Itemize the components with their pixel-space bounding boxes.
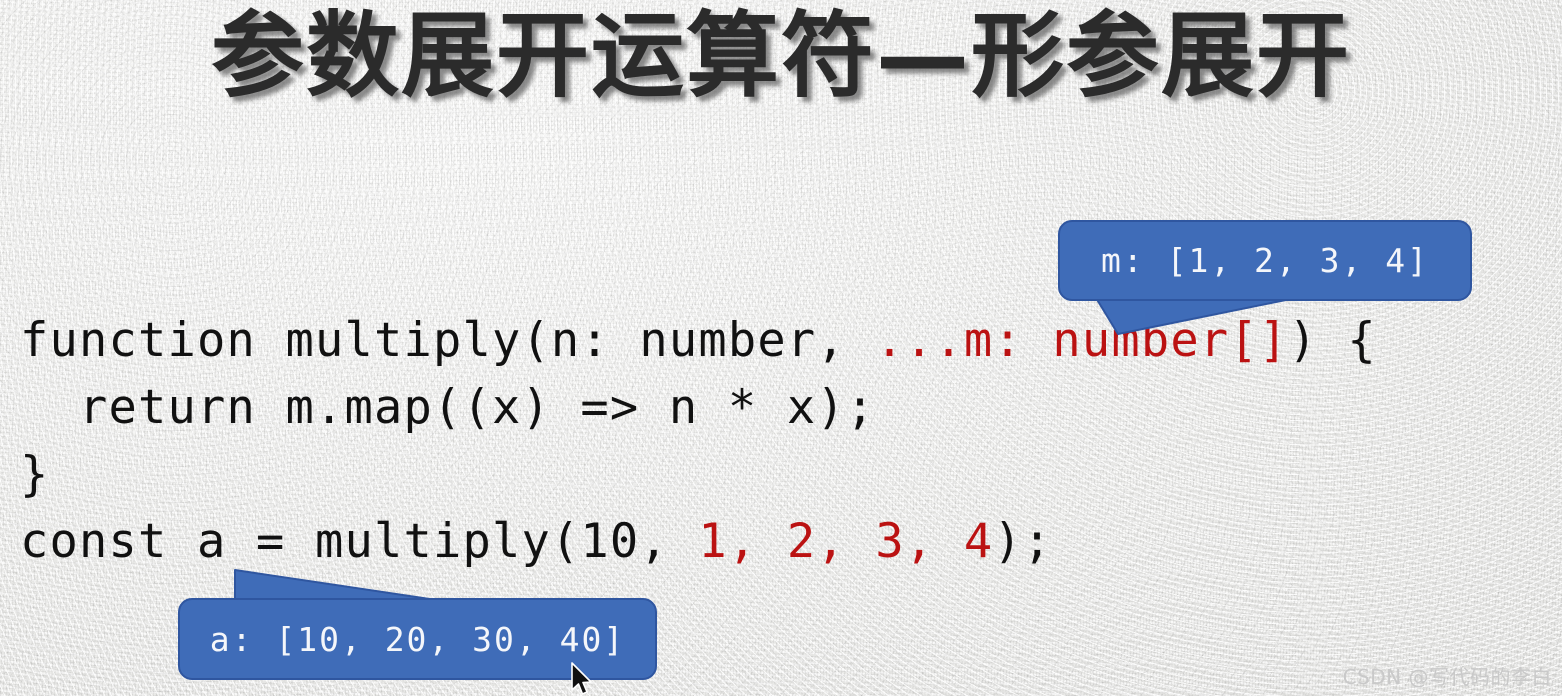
code-line-4-suffix: ); xyxy=(993,514,1053,569)
callout-m[interactable]: m: [1, 2, 3, 4] xyxy=(1058,220,1472,301)
slide-canvas: 参数展开运算符—形参展开 function multiply(n: number… xyxy=(0,0,1562,696)
code-line-2: return m.map((x) => n * x); xyxy=(20,380,876,435)
code-line-1-suffix: ) { xyxy=(1288,313,1377,368)
callout-a[interactable]: a: [10, 20, 30, 40] xyxy=(178,598,657,680)
code-line-1: function multiply(n: number, ...m: numbe… xyxy=(20,313,1377,368)
code-block: function multiply(n: number, ...m: numbe… xyxy=(20,307,1377,575)
code-line-4-prefix: const a = multiply(10, xyxy=(20,514,699,569)
watermark: CSDN @写代码的李白 xyxy=(1342,665,1552,689)
code-line-1-rest-param: ...m: number[] xyxy=(875,313,1289,368)
callout-m-label: m: [1, 2, 3, 4] xyxy=(1100,241,1429,280)
code-line-4-spread-args: 1, 2, 3, 4 xyxy=(698,514,994,569)
page-title: 参数展开运算符—形参展开 xyxy=(211,2,1351,110)
callout-a-label: a: [10, 20, 30, 40] xyxy=(209,619,626,659)
code-line-4: const a = multiply(10, 1, 2, 3, 4); xyxy=(20,514,1052,569)
code-line-3: } xyxy=(20,447,50,502)
code-line-1-prefix: function multiply(n: number, xyxy=(20,313,876,368)
